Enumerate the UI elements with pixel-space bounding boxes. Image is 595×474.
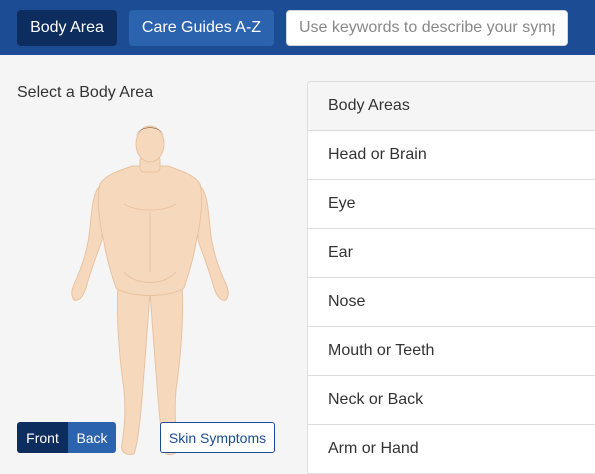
body-left-arm — [71, 183, 103, 301]
list-item-ear[interactable]: Ear — [308, 229, 595, 278]
list-item-eye[interactable]: Eye — [308, 180, 595, 229]
top-navbar: Body Area Care Guides A-Z — [0, 0, 595, 55]
list-item-head-or-brain[interactable]: Head or Brain — [308, 131, 595, 180]
skin-symptoms-button[interactable]: Skin Symptoms — [160, 422, 275, 453]
list-item-nose[interactable]: Nose — [308, 278, 595, 327]
list-item-neck-or-back[interactable]: Neck or Back — [308, 376, 595, 425]
body-areas-panel: Body Areas Head or Brain Eye Ear Nose Mo… — [307, 81, 595, 474]
body-figure[interactable] — [60, 122, 240, 460]
panel-heading: Body Areas — [308, 82, 595, 131]
front-view-button[interactable]: Front — [17, 422, 68, 453]
back-view-button[interactable]: Back — [68, 422, 116, 453]
body-head — [135, 125, 165, 163]
body-area-button[interactable]: Body Area — [17, 10, 117, 46]
view-toggle: Front Back — [17, 422, 116, 453]
list-item-mouth-or-teeth[interactable]: Mouth or Teeth — [308, 327, 595, 376]
list-item-arm-or-hand[interactable]: Arm or Hand — [308, 425, 595, 473]
search-input[interactable] — [286, 10, 568, 46]
care-guides-button[interactable]: Care Guides A-Z — [129, 10, 274, 46]
body-right-arm — [197, 183, 229, 301]
body-left-leg — [116, 281, 151, 455]
select-body-area-label: Select a Body Area — [17, 84, 154, 101]
